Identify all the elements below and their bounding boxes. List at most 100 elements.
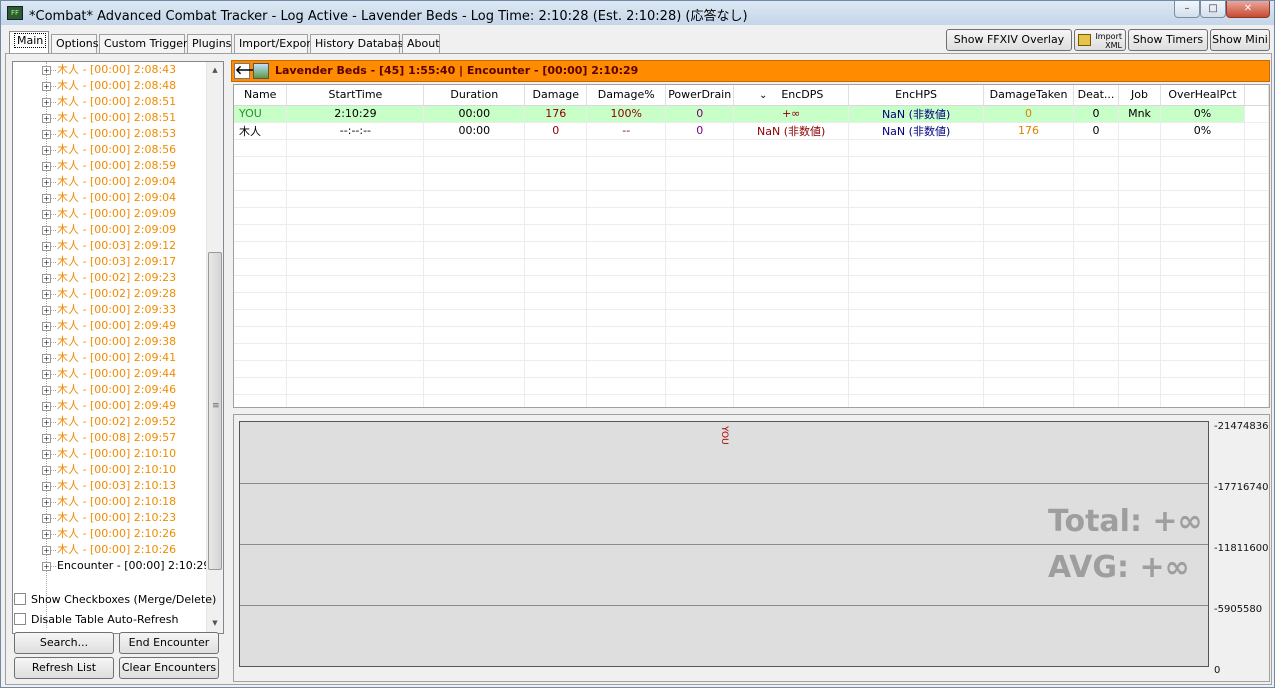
expand-icon[interactable]: + [42, 466, 51, 475]
tree-item[interactable]: + 木人 - [00:02] 2:09:28 [13, 286, 207, 302]
col-damagetaken[interactable]: DamageTaken [983, 85, 1075, 106]
show-timers-button[interactable]: Show Timers [1128, 29, 1208, 51]
tree-item[interactable]: + 木人 - [00:02] 2:09:23 [13, 270, 207, 286]
tree-item[interactable]: + 木人 - [00:00] 2:08:43 [13, 62, 207, 78]
expand-icon[interactable]: + [42, 210, 51, 219]
col-damage[interactable]: Damage [524, 85, 588, 106]
tab-history-database[interactable]: History Database [310, 34, 410, 53]
tree-item[interactable]: + 木人 - [00:00] 2:09:41 [13, 350, 207, 366]
expand-icon[interactable]: + [42, 562, 51, 571]
refresh-list-button[interactable]: Refresh List [14, 657, 114, 679]
expand-icon[interactable]: + [42, 338, 51, 347]
expand-icon[interactable]: + [42, 514, 51, 523]
col-duration[interactable]: Duration [423, 85, 526, 106]
expand-icon[interactable]: + [42, 66, 51, 75]
tree-item[interactable]: + 木人 - [00:00] 2:10:23 [13, 510, 207, 526]
tree-scrollbar[interactable]: ▲ ≡ ▼ [206, 62, 223, 633]
tree-item[interactable]: + 木人 - [00:00] 2:09:04 [13, 174, 207, 190]
tree-item[interactable]: + 木人 - [00:00] 2:08:51 [13, 94, 207, 110]
tree-item[interactable]: + 木人 - [00:00] 2:09:49 [13, 318, 207, 334]
expand-icon[interactable]: + [42, 386, 51, 395]
expand-icon[interactable]: + [42, 546, 51, 555]
scroll-down-icon[interactable]: ▼ [207, 615, 223, 632]
expand-icon[interactable]: + [42, 290, 51, 299]
show-mini-button[interactable]: Show Mini [1210, 29, 1270, 51]
expand-icon[interactable]: + [42, 258, 51, 267]
tab-main[interactable]: Main [9, 31, 49, 53]
col-enchps[interactable]: EncHPS [848, 85, 985, 106]
title-bar[interactable]: FF *Combat* Advanced Combat Tracker - Lo… [1, 1, 1274, 25]
tree-item-encounter[interactable]: + Encounter - [00:00] 2:10:29 [13, 558, 211, 574]
col-damage-pct[interactable]: Damage% [586, 85, 667, 106]
tree-item[interactable]: + 木人 - [00:00] 2:09:49 [13, 398, 207, 414]
col-starttime[interactable]: StartTime [286, 85, 425, 106]
tree-item[interactable]: + 木人 - [00:00] 2:09:09 [13, 206, 207, 222]
end-encounter-button[interactable]: End Encounter [119, 632, 219, 654]
expand-icon[interactable]: + [42, 274, 51, 283]
search-button[interactable]: Search... [14, 632, 114, 654]
image-export-icon[interactable] [253, 63, 269, 79]
tree-item[interactable]: + 木人 - [00:08] 2:09:57 [13, 430, 207, 446]
tab-custom-triggers[interactable]: Custom Triggers [99, 34, 193, 53]
maximize-button[interactable]: □ [1200, 1, 1226, 18]
col-deaths[interactable]: Deat... [1073, 85, 1120, 106]
expand-icon[interactable]: + [42, 194, 51, 203]
col-powerdrain[interactable]: PowerDrain [665, 85, 735, 106]
expand-icon[interactable]: + [42, 82, 51, 91]
tree-item[interactable]: + 木人 - [00:00] 2:08:59 [13, 158, 207, 174]
tree-item[interactable]: + 木人 - [00:00] 2:09:44 [13, 366, 207, 382]
col-overhealpct[interactable]: OverHealPct [1160, 85, 1245, 106]
show-ffxiv-overlay-button[interactable]: Show FFXIV Overlay [946, 29, 1072, 51]
tree-item[interactable]: + 木人 - [00:00] 2:08:48 [13, 78, 207, 94]
expand-icon[interactable]: + [42, 114, 51, 123]
expand-icon[interactable]: + [42, 482, 51, 491]
expand-icon[interactable]: + [42, 498, 51, 507]
encounter-tree[interactable]: + 木人 - [00:00] 2:08:43 + 木人 - [00:00] 2:08:… [12, 61, 224, 634]
back-arrow-icon[interactable]: 🡐 [234, 63, 267, 79]
table-row[interactable]: 木人 --:--:-- 00:00 0 -- 0 NaN (非数値) NaN (… [234, 122, 1269, 140]
tree-item[interactable]: + 木人 - [00:00] 2:09:38 [13, 334, 207, 350]
tree-item[interactable]: + 木人 - [00:00] 2:08:51 [13, 110, 207, 126]
expand-icon[interactable]: + [42, 354, 51, 363]
expand-icon[interactable]: + [42, 434, 51, 443]
tree-item[interactable]: + 木人 - [00:00] 2:09:04 [13, 190, 207, 206]
scroll-up-icon[interactable]: ▲ [207, 62, 223, 79]
expand-icon[interactable]: + [42, 226, 51, 235]
tree-item[interactable]: + 木人 - [00:00] 2:09:33 [13, 302, 207, 318]
tree-item[interactable]: + 木人 - [00:00] 2:10:10 [13, 446, 207, 462]
close-button[interactable]: ✕ [1226, 1, 1270, 18]
tree-item[interactable]: + 木人 - [00:03] 2:09:17 [13, 254, 207, 270]
table-row[interactable]: YOU 2:10:29 00:00 176 100% 0 +∞ NaN (非数値… [234, 105, 1269, 123]
tab-about[interactable]: About [402, 34, 440, 53]
expand-icon[interactable]: + [42, 530, 51, 539]
tree-item[interactable]: + 木人 - [00:00] 2:08:56 [13, 142, 207, 158]
expand-icon[interactable]: + [42, 322, 51, 331]
tree-item[interactable]: + 木人 - [00:00] 2:08:53 [13, 126, 207, 142]
expand-icon[interactable]: + [42, 98, 51, 107]
import-xml-button[interactable]: Import XML [1074, 29, 1126, 51]
minimize-button[interactable]: – [1174, 1, 1200, 18]
col-job[interactable]: Job [1118, 85, 1161, 106]
expand-icon[interactable]: + [42, 418, 51, 427]
tree-item[interactable]: + 木人 - [00:00] 2:10:10 [13, 462, 207, 478]
tab-options[interactable]: Options [51, 34, 98, 53]
tree-item[interactable]: + 木人 - [00:00] 2:10:26 [13, 542, 207, 558]
expand-icon[interactable]: + [42, 146, 51, 155]
expand-icon[interactable]: + [42, 450, 51, 459]
scroll-thumb[interactable]: ≡ [208, 252, 222, 570]
tree-item[interactable]: + 木人 - [00:00] 2:10:18 [13, 494, 207, 510]
tree-item[interactable]: + 木人 - [00:03] 2:10:13 [13, 478, 207, 494]
disable-refresh-option[interactable]: Disable Table Auto-Refresh [14, 612, 179, 628]
expand-icon[interactable]: + [42, 370, 51, 379]
combatant-table[interactable]: Name StartTime Duration Damage Damage% P… [233, 84, 1270, 408]
show-checkboxes-option[interactable]: Show Checkboxes (Merge/Delete) [14, 592, 216, 608]
col-encdps[interactable]: ⌄ EncDPS [733, 85, 850, 106]
tree-item[interactable]: + 木人 - [00:03] 2:09:12 [13, 238, 207, 254]
col-name[interactable]: Name [234, 85, 288, 106]
tree-item[interactable]: + 木人 - [00:00] 2:10:26 [13, 526, 207, 542]
checkbox-icon[interactable] [14, 593, 26, 605]
tree-item[interactable]: + 木人 - [00:00] 2:09:09 [13, 222, 207, 238]
expand-icon[interactable]: + [42, 306, 51, 315]
expand-icon[interactable]: + [42, 162, 51, 171]
clear-encounters-button[interactable]: Clear Encounters [119, 657, 219, 679]
